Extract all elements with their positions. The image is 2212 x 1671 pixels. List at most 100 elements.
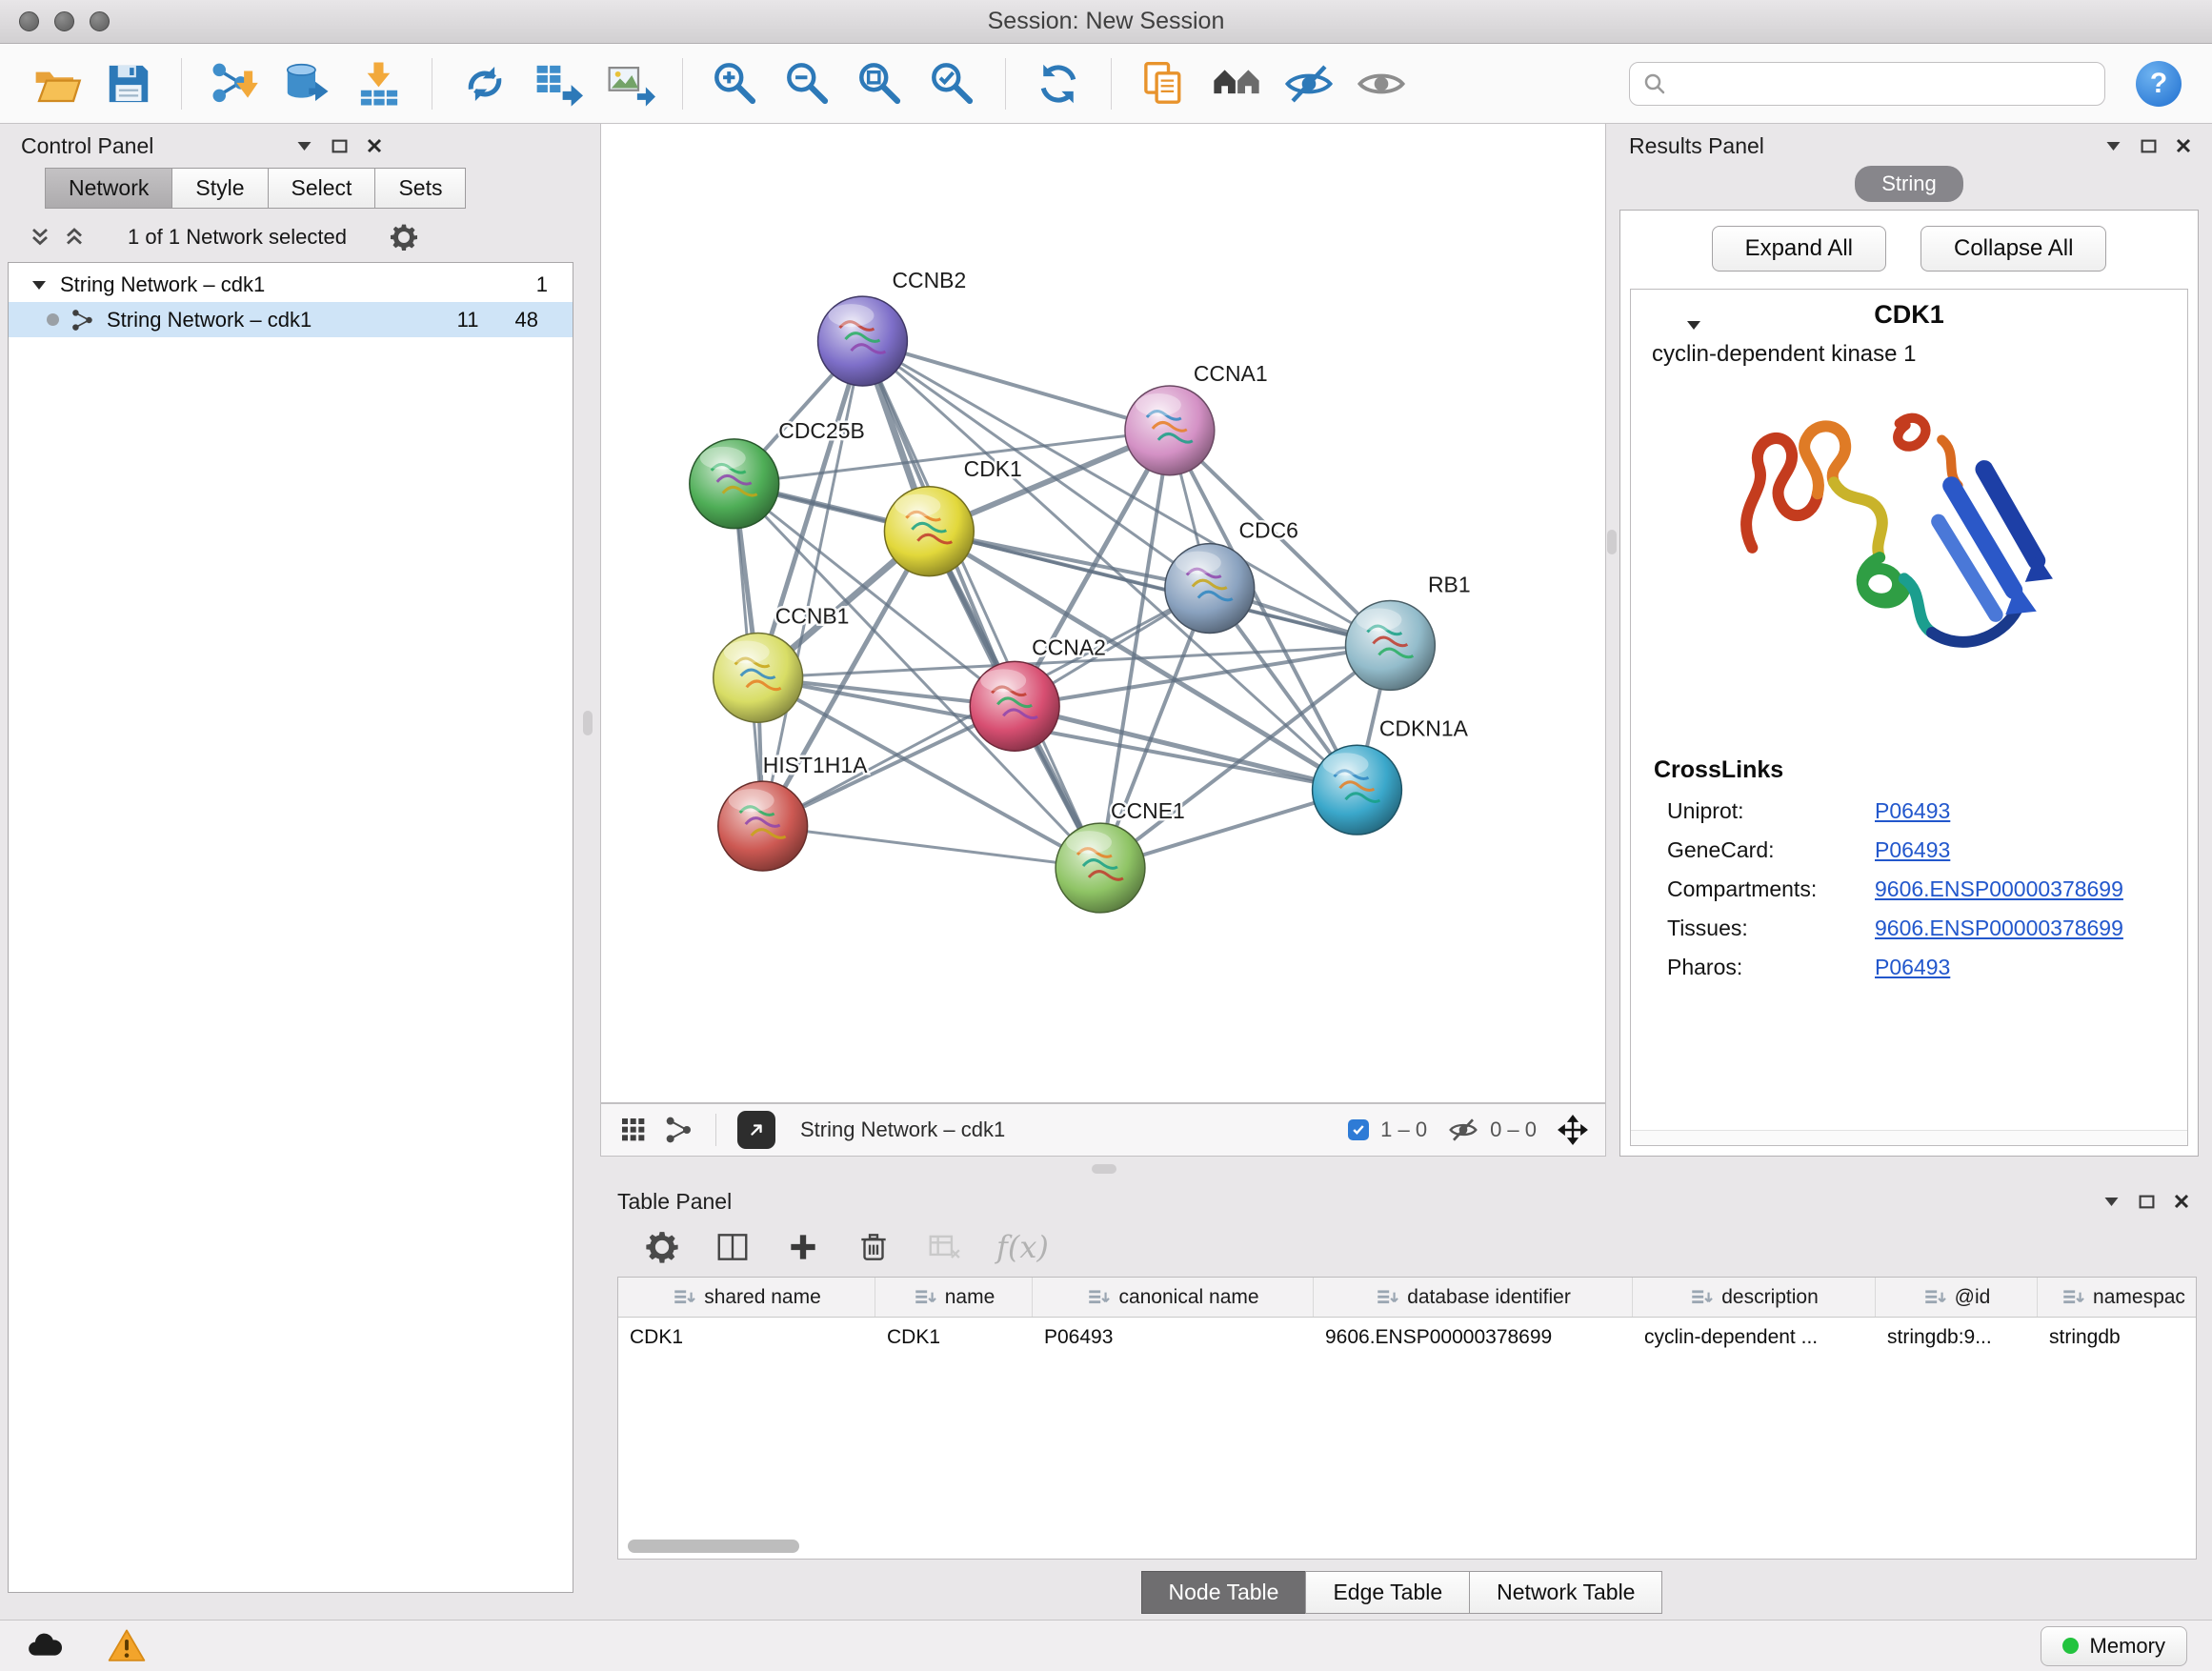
uniprot-link[interactable]: P06493	[1875, 798, 1950, 824]
network-node-ccne1[interactable]	[1056, 823, 1145, 913]
tissues-link[interactable]: 9606.ENSP00000378699	[1875, 916, 2123, 941]
delete-table-button-disabled[interactable]	[926, 1229, 962, 1265]
close-panel-icon[interactable]	[2174, 1194, 2189, 1209]
table-cell[interactable]: cyclin-dependent ...	[1633, 1318, 1876, 1358]
network-node-cdc6[interactable]	[1165, 544, 1255, 634]
column-header-name[interactable]: name	[875, 1278, 1033, 1317]
table-cell[interactable]: CDK1	[618, 1318, 875, 1358]
tab-select[interactable]: Select	[268, 168, 376, 209]
save-session-button[interactable]	[95, 52, 162, 115]
disclosure-triangle-icon[interactable]	[31, 279, 47, 291]
export-image-button[interactable]	[596, 52, 663, 115]
collapse-panel-icon[interactable]	[296, 140, 312, 151]
show-all-button[interactable]	[1348, 52, 1415, 115]
network-overview-button[interactable]	[664, 1115, 694, 1145]
tab-string[interactable]: String	[1855, 166, 1962, 202]
network-node-ccna1[interactable]	[1125, 386, 1215, 475]
table-row[interactable]: CDK1CDK1P064939606.ENSP00000378699cyclin…	[618, 1318, 2196, 1358]
zoom-out-button[interactable]	[774, 52, 841, 115]
network-node-ccnb1[interactable]	[714, 633, 803, 722]
column-header-namespac[interactable]: namespac	[2038, 1278, 2197, 1317]
copy-document-button[interactable]	[1131, 52, 1197, 115]
warnings-button[interactable]	[107, 1626, 147, 1666]
compartments-link[interactable]: 9606.ENSP00000378699	[1875, 876, 2123, 902]
table-cell[interactable]: CDK1	[875, 1318, 1033, 1358]
network-node-ccna2[interactable]	[970, 661, 1059, 751]
float-panel-icon[interactable]	[2141, 139, 2157, 153]
table-cell[interactable]: stringdb:9...	[1876, 1318, 2038, 1358]
network-collection-row[interactable]: String Network – cdk1 1	[9, 267, 573, 302]
tab-network[interactable]: Network	[45, 168, 172, 209]
network-row-selected[interactable]: String Network – cdk1 11 48	[9, 302, 573, 337]
float-panel-icon[interactable]	[2139, 1195, 2155, 1209]
selected-checkbox-icon[interactable]	[1348, 1119, 1369, 1140]
tab-network-table[interactable]: Network Table	[1469, 1571, 1662, 1614]
table-cell[interactable]: 9606.ENSP00000378699	[1314, 1318, 1633, 1358]
network-node-ccnb2[interactable]	[818, 296, 908, 386]
network-node-cdk1[interactable]	[884, 487, 974, 576]
table-cell[interactable]: P06493	[1033, 1318, 1314, 1358]
vertical-splitter-handle[interactable]	[583, 711, 593, 735]
import-network-from-file-button[interactable]	[201, 52, 268, 115]
table-settings-button[interactable]	[644, 1229, 680, 1265]
collapse-all-button[interactable]: Collapse All	[1920, 226, 2106, 272]
float-panel-icon[interactable]	[332, 139, 348, 153]
hidden-toggle-button[interactable]	[1448, 1115, 1478, 1145]
collapse-panel-icon[interactable]	[2105, 140, 2122, 151]
horizontal-splitter-handle[interactable]	[1092, 1164, 1116, 1174]
close-window-button[interactable]	[19, 11, 39, 31]
export-table-button[interactable]	[524, 52, 591, 115]
search-input[interactable]	[1676, 71, 2091, 96]
first-neighbors-button[interactable]	[1203, 52, 1270, 115]
clone-network-button[interactable]	[452, 52, 518, 115]
network-edge[interactable]	[862, 341, 1100, 868]
help-button[interactable]: ?	[2136, 61, 2182, 107]
tab-edge-table[interactable]: Edge Table	[1305, 1571, 1470, 1614]
network-node-rb1[interactable]	[1346, 601, 1436, 691]
column-header-shared-name[interactable]: shared name	[618, 1278, 875, 1317]
column-header--id[interactable]: @id	[1876, 1278, 2038, 1317]
import-network-from-database-button[interactable]	[273, 52, 340, 115]
collapse-panel-icon[interactable]	[2103, 1196, 2120, 1207]
apply-layout-button[interactable]	[1025, 52, 1092, 115]
hide-selected-button[interactable]	[1276, 52, 1342, 115]
genecard-link[interactable]: P06493	[1875, 837, 1950, 863]
table-cell[interactable]: stringdb	[2038, 1318, 2197, 1358]
expand-all-button[interactable]: Expand All	[1712, 226, 1886, 272]
results-scrollbar[interactable]	[1631, 1130, 2187, 1145]
column-header-canonical-name[interactable]: canonical name	[1033, 1278, 1314, 1317]
delete-column-button[interactable]	[855, 1229, 892, 1265]
collapse-all-icon[interactable]	[29, 226, 51, 249]
zoom-fit-button[interactable]	[847, 52, 914, 115]
network-view[interactable]: CCNB2CCNA1CDC25BCDK1CDC6RB1CCNB1CCNA2CDK…	[601, 124, 1605, 1102]
minimize-window-button[interactable]	[54, 11, 74, 31]
zoom-selected-button[interactable]	[919, 52, 986, 115]
network-edge[interactable]	[862, 341, 1169, 431]
open-in-new-window-button[interactable]	[737, 1111, 775, 1149]
pharos-link[interactable]: P06493	[1875, 955, 1950, 980]
memory-button[interactable]: Memory	[2041, 1626, 2187, 1666]
gear-icon[interactable]	[389, 222, 419, 252]
column-header-description[interactable]: description	[1633, 1278, 1876, 1317]
close-panel-icon[interactable]	[2176, 138, 2191, 153]
function-builder-button[interactable]: f(x)	[996, 1229, 1049, 1265]
tab-sets[interactable]: Sets	[374, 168, 466, 209]
table-horizontal-scrollbar[interactable]	[628, 1540, 799, 1553]
network-canvas[interactable]: CCNB2CCNA1CDC25BCDK1CDC6RB1CCNB1CCNA2CDK…	[600, 124, 1606, 1103]
protein-section-header[interactable]: CDK1	[1631, 290, 2187, 339]
tab-style[interactable]: Style	[171, 168, 268, 209]
grid-view-button[interactable]	[618, 1115, 649, 1145]
network-node-hist1h1a[interactable]	[718, 781, 808, 871]
tab-node-table[interactable]: Node Table	[1141, 1571, 1307, 1614]
toolbar-search[interactable]	[1629, 62, 2105, 106]
open-session-button[interactable]	[23, 52, 90, 115]
network-edge[interactable]	[763, 826, 1100, 868]
disclosure-triangle-icon[interactable]	[1686, 319, 1701, 331]
close-panel-icon[interactable]	[367, 138, 382, 153]
cloud-status-button[interactable]	[25, 1626, 65, 1666]
import-table-button[interactable]	[346, 52, 412, 115]
column-header-database-identifier[interactable]: database identifier	[1314, 1278, 1633, 1317]
network-node-cdc25b[interactable]	[690, 439, 779, 529]
create-column-button[interactable]	[785, 1229, 821, 1265]
pan-tool-button[interactable]	[1558, 1115, 1588, 1145]
